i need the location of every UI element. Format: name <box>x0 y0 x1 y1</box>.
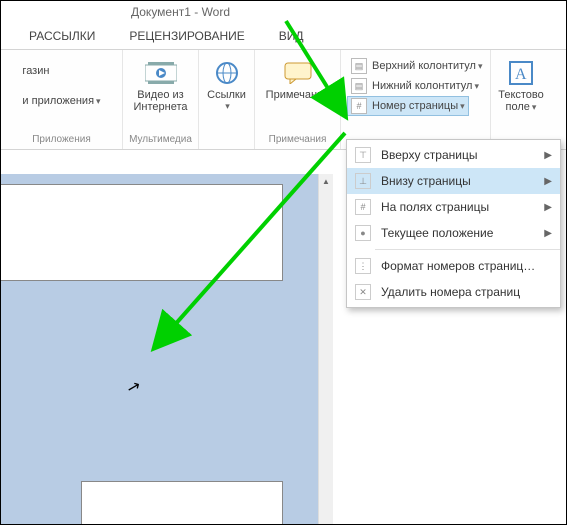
tab-view[interactable]: ВИД <box>279 29 304 43</box>
page-number-menu: ⊤ Вверху страницы ▶ ⊥ Внизу страницы ▶ #… <box>346 139 561 308</box>
text-box-icon: A <box>505 57 537 89</box>
header-icon: ▤ <box>351 58 367 74</box>
menu-format-numbers[interactable]: ⋮ Формат номеров страниц… <box>347 253 560 279</box>
submenu-arrow-icon: ▶ <box>544 176 552 187</box>
submenu-arrow-icon: ▶ <box>544 150 552 161</box>
menu-bottom-of-page[interactable]: ⊥ Внизу страницы ▶ <box>347 168 560 194</box>
document-canvas[interactable]: 1 1 ▲ <box>1 174 333 524</box>
scroll-up-arrow[interactable]: ▲ <box>319 174 333 189</box>
ribbon: газин и приложения▾ Приложения Видео из … <box>1 50 566 150</box>
links-button[interactable]: Ссылки ▾ <box>201 53 252 116</box>
page-top-icon: ⊤ <box>355 147 371 163</box>
group-label-notes: Примечания <box>269 134 327 147</box>
menu-current-position[interactable]: ● Текущее положение ▶ <box>347 220 560 246</box>
my-apps-button[interactable]: и приложения▾ <box>18 93 104 109</box>
current-position-icon: ● <box>355 225 371 241</box>
page-number-icon: # <box>351 98 367 114</box>
app-title: Документ1 - Word <box>131 5 230 19</box>
title-bar: Документ1 - Word <box>1 1 566 23</box>
video-icon <box>145 57 177 89</box>
vertical-scrollbar[interactable]: ▲ <box>318 174 333 524</box>
remove-icon: ✕ <box>355 284 371 300</box>
group-label-media: Мультимедиа <box>129 134 192 147</box>
text-box-button[interactable]: A Текстово поле▾ <box>492 53 550 117</box>
store-button[interactable]: газин <box>18 63 53 79</box>
tab-mailings[interactable]: РАССЫЛКИ <box>29 29 95 43</box>
tab-review[interactable]: РЕЦЕНЗИРОВАНИЕ <box>129 29 244 43</box>
header-button[interactable]: ▤ Верхний колонтитул▾ <box>347 56 486 76</box>
ribbon-tabs: РАССЫЛКИ РЕЦЕНЗИРОВАНИЕ ВИД <box>1 23 566 50</box>
online-video-button[interactable]: Видео из Интернета <box>128 53 194 117</box>
menu-top-of-page[interactable]: ⊤ Вверху страницы ▶ <box>347 142 560 168</box>
page-margins-icon: # <box>355 199 371 215</box>
page-preview-2: 1 <box>81 481 283 524</box>
format-icon: ⋮ <box>355 258 371 274</box>
page-number-button[interactable]: # Номер страницы▾ <box>347 96 469 116</box>
comment-icon <box>282 57 314 89</box>
page-bottom-icon: ⊥ <box>355 173 371 189</box>
footer-button[interactable]: ▤ Нижний колонтитул▾ <box>347 76 483 96</box>
footer-icon: ▤ <box>351 78 367 94</box>
menu-separator <box>375 249 560 250</box>
submenu-arrow-icon: ▶ <box>544 228 552 239</box>
submenu-arrow-icon: ▶ <box>544 202 552 213</box>
menu-page-margins[interactable]: # На полях страницы ▶ <box>347 194 560 220</box>
link-icon <box>211 57 243 89</box>
svg-text:A: A <box>515 66 527 83</box>
page-preview-1 <box>1 184 283 281</box>
group-label-apps: Приложения <box>32 134 91 147</box>
comment-button[interactable]: Примечание <box>260 53 336 105</box>
menu-remove-numbers[interactable]: ✕ Удалить номера страниц <box>347 279 560 305</box>
